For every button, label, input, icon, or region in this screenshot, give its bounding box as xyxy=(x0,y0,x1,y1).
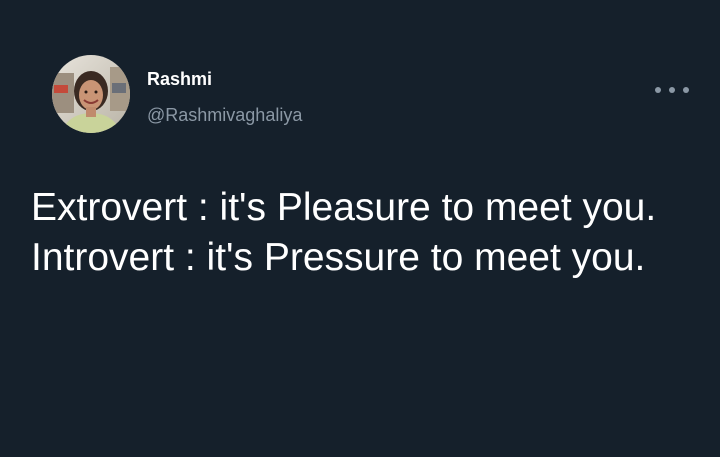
more-dot-2 xyxy=(669,87,675,93)
more-dot-3 xyxy=(683,87,689,93)
tweet-text-line-2: Introvert : it's Pressure to meet you. xyxy=(31,236,646,279)
user-handle[interactable]: @Rashmivaghaliya xyxy=(147,105,302,126)
more-dot-1 xyxy=(655,87,661,93)
tweet-card: Rashmi @Rashmivaghaliya Extrovert : it's… xyxy=(0,0,720,457)
tweet-text-line-1: Extrovert : it's Pleasure to meet you. xyxy=(31,186,657,229)
avatar[interactable] xyxy=(52,55,130,133)
display-name[interactable]: Rashmi xyxy=(147,69,212,90)
more-options-icon[interactable] xyxy=(655,80,689,100)
tweet-text: Extrovert : it's Pleasure to meet you. I… xyxy=(31,183,711,283)
avatar-image xyxy=(52,55,130,133)
